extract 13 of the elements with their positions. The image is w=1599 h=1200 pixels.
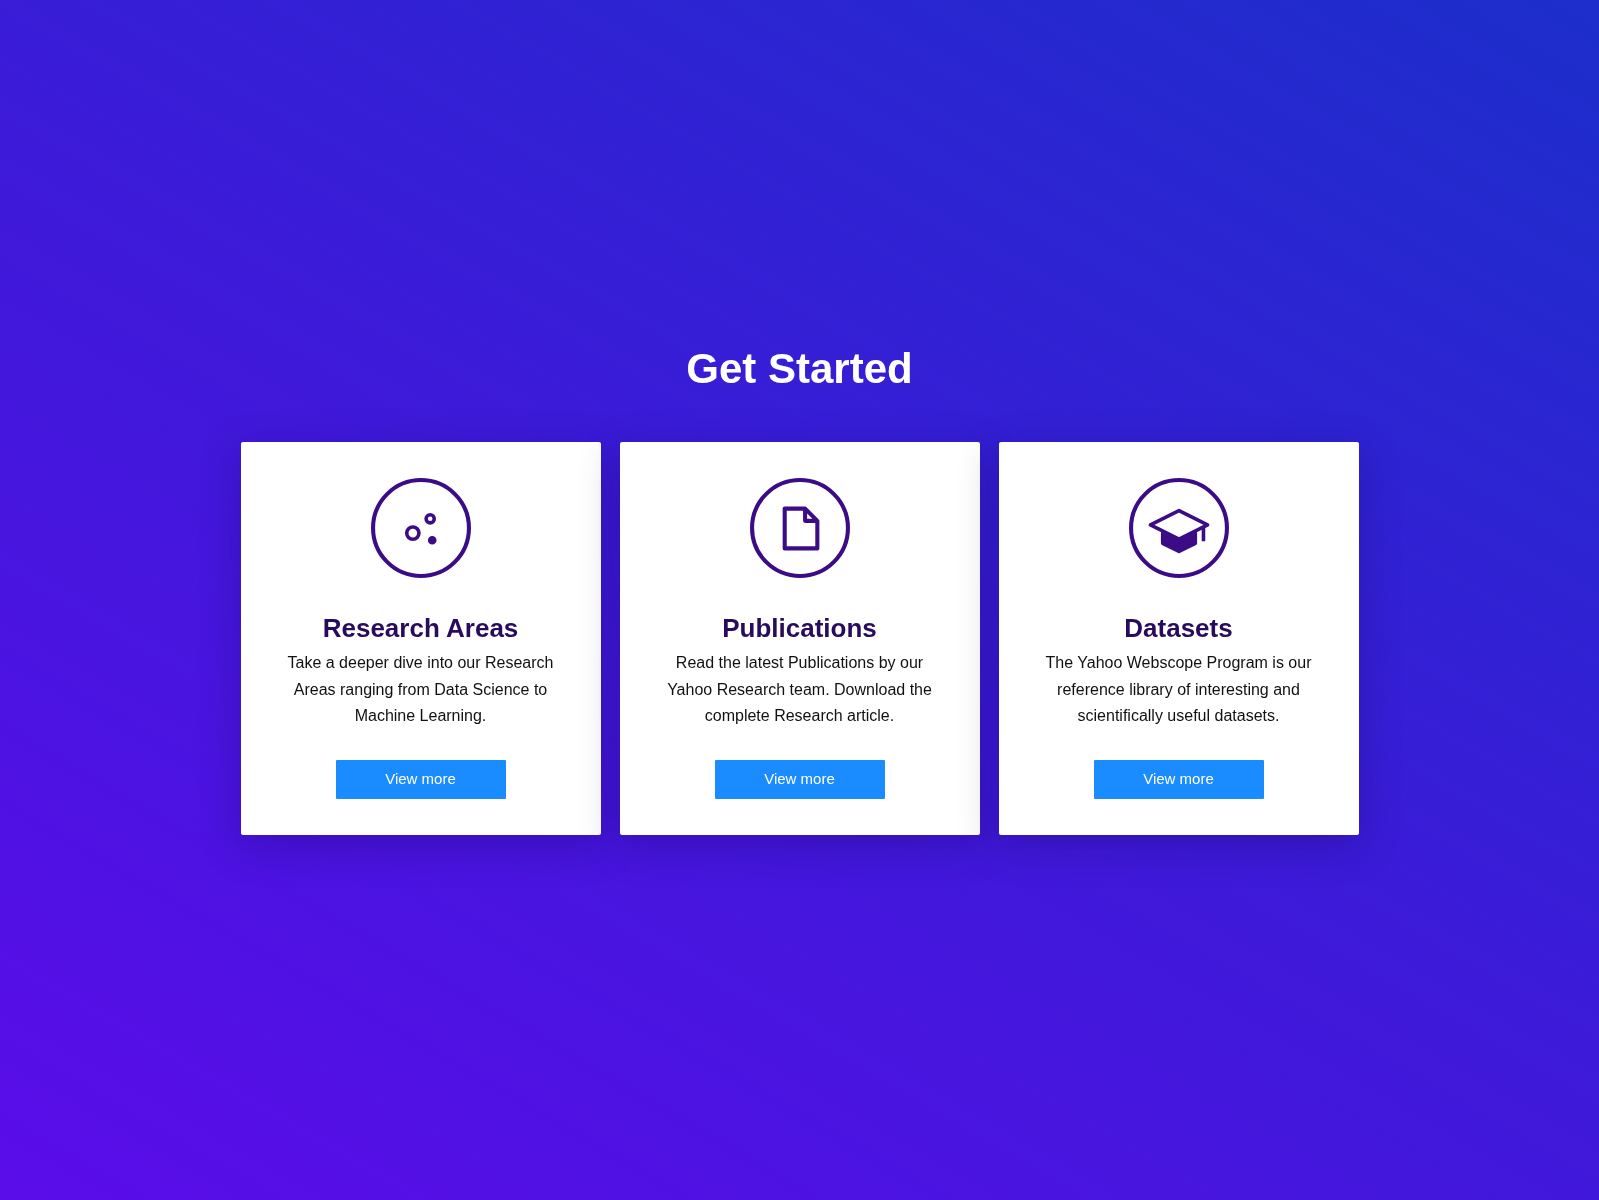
view-more-button[interactable]: View more — [335, 759, 506, 799]
card-description: Read the latest Publications by our Yahoo Research team. Download the complete Research article. — [666, 653, 933, 726]
card-description: The Yahoo Webscope Program is our reference library of interesting and scientifically useful datasets. — [1044, 653, 1313, 726]
document-icon — [748, 477, 851, 579]
card-title: Datasets — [1124, 612, 1233, 644]
card-title: Publications — [722, 612, 877, 644]
card-title: Research Areas — [322, 612, 519, 644]
graduation-cap-icon — [1127, 477, 1230, 579]
view-more-button[interactable]: View more — [1093, 759, 1264, 799]
bubbles-icon — [369, 477, 472, 579]
card-description: Take a deeper dive into our Research Areas ranging from Data Science to Machine Learning. — [286, 653, 555, 726]
view-more-button[interactable]: View more — [714, 759, 885, 799]
section-heading: Get Started — [686, 344, 913, 394]
